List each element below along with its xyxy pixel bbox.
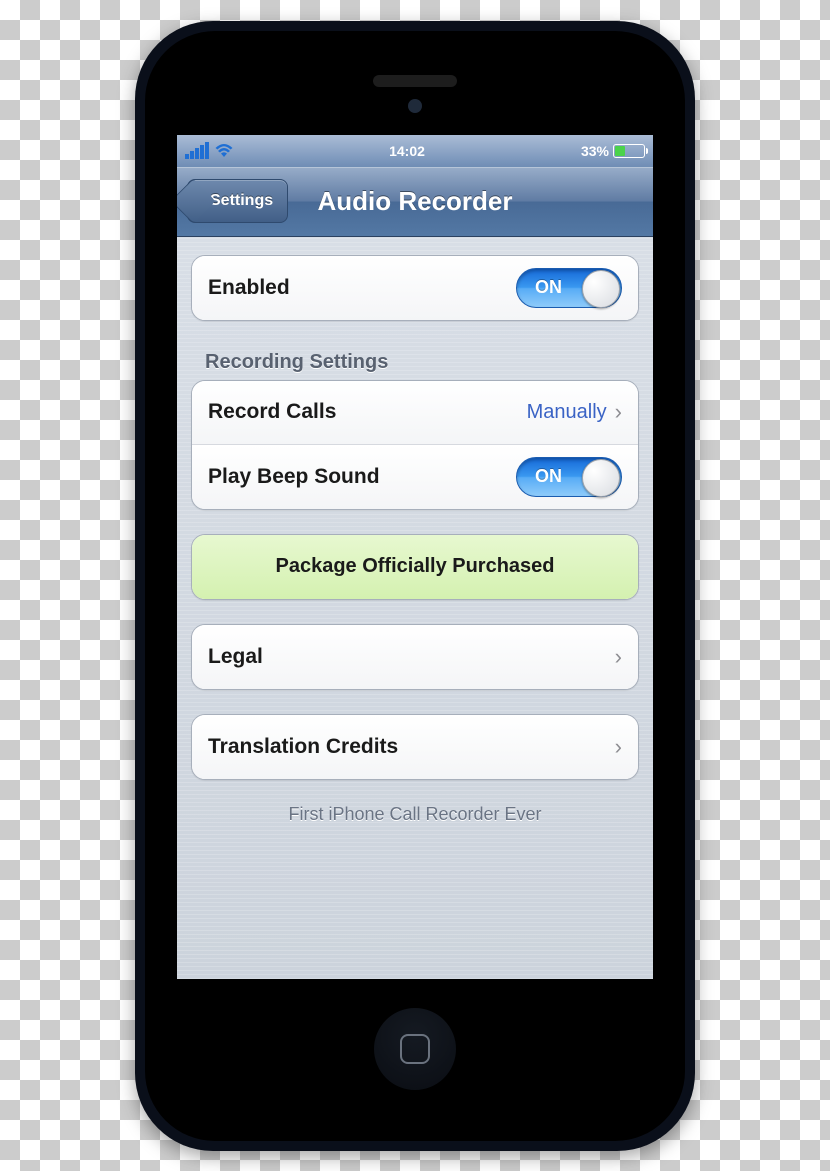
enabled-label: Enabled [208, 276, 290, 300]
chevron-right-icon: › [615, 399, 622, 425]
cell-play-beep[interactable]: Play Beep Sound ON [192, 445, 638, 509]
cell-purchased: Package Officially Purchased [192, 535, 638, 599]
back-button-label: Settings [210, 192, 273, 210]
battery-percent: 33% [581, 143, 609, 159]
credits-label: Translation Credits [208, 735, 398, 759]
cell-record-calls[interactable]: Record Calls Manually › [192, 381, 638, 445]
phone-frame: 14:02 33% Settings Audio Recorder [135, 21, 695, 1151]
recording-header: Recording Settings [191, 345, 639, 380]
enabled-toggle[interactable]: ON [516, 268, 622, 308]
beep-toggle[interactable]: ON [516, 457, 622, 497]
group-purchased: Package Officially Purchased [191, 534, 639, 600]
chevron-right-icon: › [615, 734, 622, 760]
nav-bar: Settings Audio Recorder [177, 167, 653, 237]
home-button[interactable] [373, 1007, 457, 1091]
home-button-icon [400, 1034, 430, 1064]
cell-legal[interactable]: Legal › [192, 625, 638, 689]
screen: 14:02 33% Settings Audio Recorder [177, 135, 653, 979]
cell-credits[interactable]: Translation Credits › [192, 715, 638, 779]
record-calls-label: Record Calls [208, 400, 336, 424]
battery-icon [613, 144, 645, 158]
purchased-label: Package Officially Purchased [275, 555, 554, 578]
status-time: 14:02 [389, 143, 425, 159]
back-button[interactable]: Settings [187, 179, 288, 223]
beep-label: Play Beep Sound [208, 465, 380, 489]
group-enabled: Enabled ON [191, 255, 639, 321]
status-right: 33% [581, 143, 645, 159]
record-calls-value: Manually [527, 401, 607, 424]
toggle-on-label: ON [535, 466, 562, 487]
front-camera [408, 99, 422, 113]
status-bar: 14:02 33% [177, 135, 653, 167]
speaker-slot [373, 75, 457, 87]
footer-text: First iPhone Call Recorder Ever [191, 804, 639, 825]
group-recording: Recording Settings Record Calls Manually… [191, 345, 639, 510]
legal-label: Legal [208, 645, 263, 669]
cell-enabled[interactable]: Enabled ON [192, 256, 638, 320]
group-credits: Translation Credits › [191, 714, 639, 780]
signal-icon [185, 142, 209, 159]
status-left [185, 142, 233, 159]
chevron-right-icon: › [615, 644, 622, 670]
phone-inner: 14:02 33% Settings Audio Recorder [145, 31, 685, 1141]
wifi-icon [215, 144, 233, 158]
content[interactable]: Enabled ON Recording Settings Record Cal… [177, 237, 653, 979]
toggle-on-label: ON [535, 277, 562, 298]
group-legal: Legal › [191, 624, 639, 690]
